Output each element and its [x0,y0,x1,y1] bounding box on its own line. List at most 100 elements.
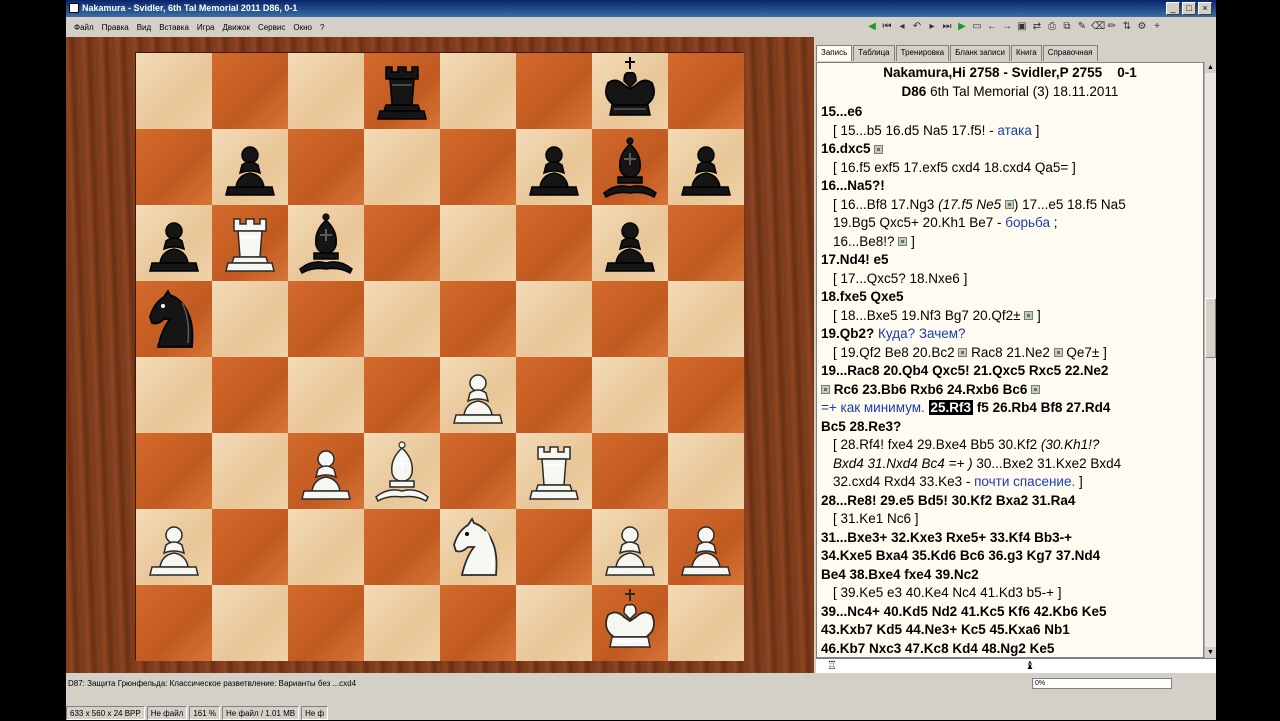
square-d1[interactable] [364,585,440,661]
square-c2[interactable] [288,509,364,585]
move-line[interactable]: 18.fxe5 Qxe5 [821,288,1199,307]
move-line[interactable]: 16.dxc5 [821,140,1199,159]
move-line[interactable]: 17.Nd4! e5 [821,251,1199,270]
black-king-icon[interactable] [592,53,668,129]
square-f2[interactable] [516,509,592,585]
move-line[interactable]: 31...Bxe3+ 32.Kxe3 Rxe5+ 33.Kf4 Bb3-+ [821,529,1199,548]
tab-reference[interactable]: Справочная [1042,45,1098,61]
maximize-button[interactable]: □ [1182,2,1196,15]
chess-board[interactable] [135,52,744,661]
go-start-icon[interactable]: ◀ [866,21,878,33]
square-d7[interactable] [364,129,440,205]
pen-icon[interactable]: ✎ [1076,21,1088,33]
diagram-icon[interactable] [1024,311,1034,321]
square-b5[interactable] [212,281,288,357]
diagram-icon[interactable] [821,385,830,395]
square-b2[interactable] [212,509,288,585]
square-g4[interactable] [592,357,668,433]
square-h1[interactable] [668,585,744,661]
variation-line[interactable]: [ 18...Bxe5 19.Nf3 Bg7 20.Qf2± ] [821,307,1199,326]
square-e8[interactable] [440,53,516,129]
tab-scoresheet[interactable]: Бланк записи [950,45,1010,61]
move-line[interactable]: 15...e6 [821,103,1199,122]
square-d4[interactable] [364,357,440,433]
black-bishop-icon[interactable] [288,205,364,281]
back-arrow-icon[interactable]: ← [986,21,998,33]
tab-training[interactable]: Тренировка [895,45,950,61]
variation-line[interactable]: 19.Bg5 Qxc5+ 20.Kh1 Be7 - борьба ; [821,214,1199,233]
variation-line[interactable]: [ 19.Qf2 Be8 20.Bc2 Rac8 21.Ne2 Qe7± ] [821,344,1199,363]
square-e6[interactable] [440,205,516,281]
plus-icon[interactable]: + [1151,21,1163,33]
white-pawn-icon[interactable] [136,509,212,585]
menu-tools[interactable]: Сервис [258,23,285,32]
diagram-icon[interactable] [1031,385,1041,395]
pencil-icon[interactable]: ✏ [1106,21,1118,33]
square-c4[interactable] [288,357,364,433]
square-a3[interactable] [136,433,212,509]
black-pawn-icon[interactable] [592,205,668,281]
square-b3[interactable] [212,433,288,509]
move-line[interactable]: 43.Kxb7 Kd5 44.Ne3+ Kc5 45.Kxa6 Nb1 [821,621,1199,640]
white-pawn-icon[interactable] [440,357,516,433]
square-a8[interactable] [136,53,212,129]
square-g3[interactable] [592,433,668,509]
move-line[interactable]: 46.Kb7 Nxc3 47.Kc8 Kd4 48.Ng2 Ke5 [821,640,1199,658]
square-e1[interactable] [440,585,516,661]
move-line[interactable]: Bc5 28.Re3? [821,418,1199,437]
minimize-button[interactable]: _ [1166,2,1180,15]
scroll-up-icon[interactable]: ▲ [1205,62,1216,73]
menu-help[interactable]: ? [320,23,324,32]
move-line[interactable]: 34.Kxe5 Bxa4 35.Kd6 Bc6 36.g3 Kg7 37.Nd4 [821,547,1199,566]
white-pawn-icon[interactable] [668,509,744,585]
tab-notation[interactable]: Запись [816,45,853,61]
square-g5[interactable] [592,281,668,357]
white-pawn-icon[interactable] [592,509,668,585]
menu-engine[interactable]: Движок [223,23,250,32]
square-e5[interactable] [440,281,516,357]
variation-line[interactable]: [ 17...Qxc5? 18.Nxe6 ] [821,270,1199,289]
next-move-icon[interactable]: ▸ [926,21,938,33]
save-icon[interactable]: ▣ [1016,21,1028,33]
square-d6[interactable] [364,205,440,281]
copy-icon[interactable]: ⧉ [1061,21,1073,33]
diagram-icon[interactable] [1004,200,1014,210]
notation-scrollbar[interactable]: ▲ ▼ [1204,62,1216,658]
square-f8[interactable] [516,53,592,129]
square-h5[interactable] [668,281,744,357]
white-rook-icon[interactable] [212,205,288,281]
close-button[interactable]: × [1198,2,1212,15]
square-c8[interactable] [288,53,364,129]
black-bishop-icon[interactable] [592,129,668,205]
square-h3[interactable] [668,433,744,509]
square-f4[interactable] [516,357,592,433]
diagram-icon[interactable] [958,348,968,358]
square-c5[interactable] [288,281,364,357]
black-pawn-icon[interactable] [516,129,592,205]
new-doc-icon[interactable]: ▭ [971,21,983,33]
variation-line[interactable]: [ 16...Bf8 17.Ng3 (17.f5 Ne5 ) 17...e5 1… [821,196,1199,215]
square-b8[interactable] [212,53,288,129]
variation-line[interactable]: [ 28.Rf4! fxe4 29.Bxe4 Bb5 30.Kf2 (30.Kh… [821,436,1199,455]
square-h6[interactable] [668,205,744,281]
scroll-thumb[interactable] [1205,298,1216,358]
square-e7[interactable] [440,129,516,205]
square-c7[interactable] [288,129,364,205]
move-line[interactable]: 39...Nc4+ 40.Kd5 Nd2 41.Kc5 Kf6 42.Kb6 K… [821,603,1199,622]
black-pawn-icon[interactable] [136,205,212,281]
black-rook-icon[interactable] [364,53,440,129]
scroll-down-icon[interactable]: ▼ [1205,647,1216,658]
variation-line[interactable]: [ 39.Ke5 e3 40.Ke4 Nc4 41.Kd3 b5-+ ] [821,584,1199,603]
move-line[interactable]: 28...Re8! 29.e5 Bd5! 30.Kf2 Bxa2 31.Ra4 [821,492,1199,511]
square-b1[interactable] [212,585,288,661]
square-a7[interactable] [136,129,212,205]
replace-icon[interactable]: ⇄ [1031,21,1043,33]
square-d5[interactable] [364,281,440,357]
current-move[interactable]: 25.Rf3 [928,400,974,415]
diagram-icon[interactable] [898,237,908,247]
square-a4[interactable] [136,357,212,433]
last-move-icon[interactable]: ⏭ [941,21,953,33]
print-icon[interactable]: ⎙ [1046,21,1058,33]
square-f5[interactable] [516,281,592,357]
menu-edit[interactable]: Правка [102,23,129,32]
